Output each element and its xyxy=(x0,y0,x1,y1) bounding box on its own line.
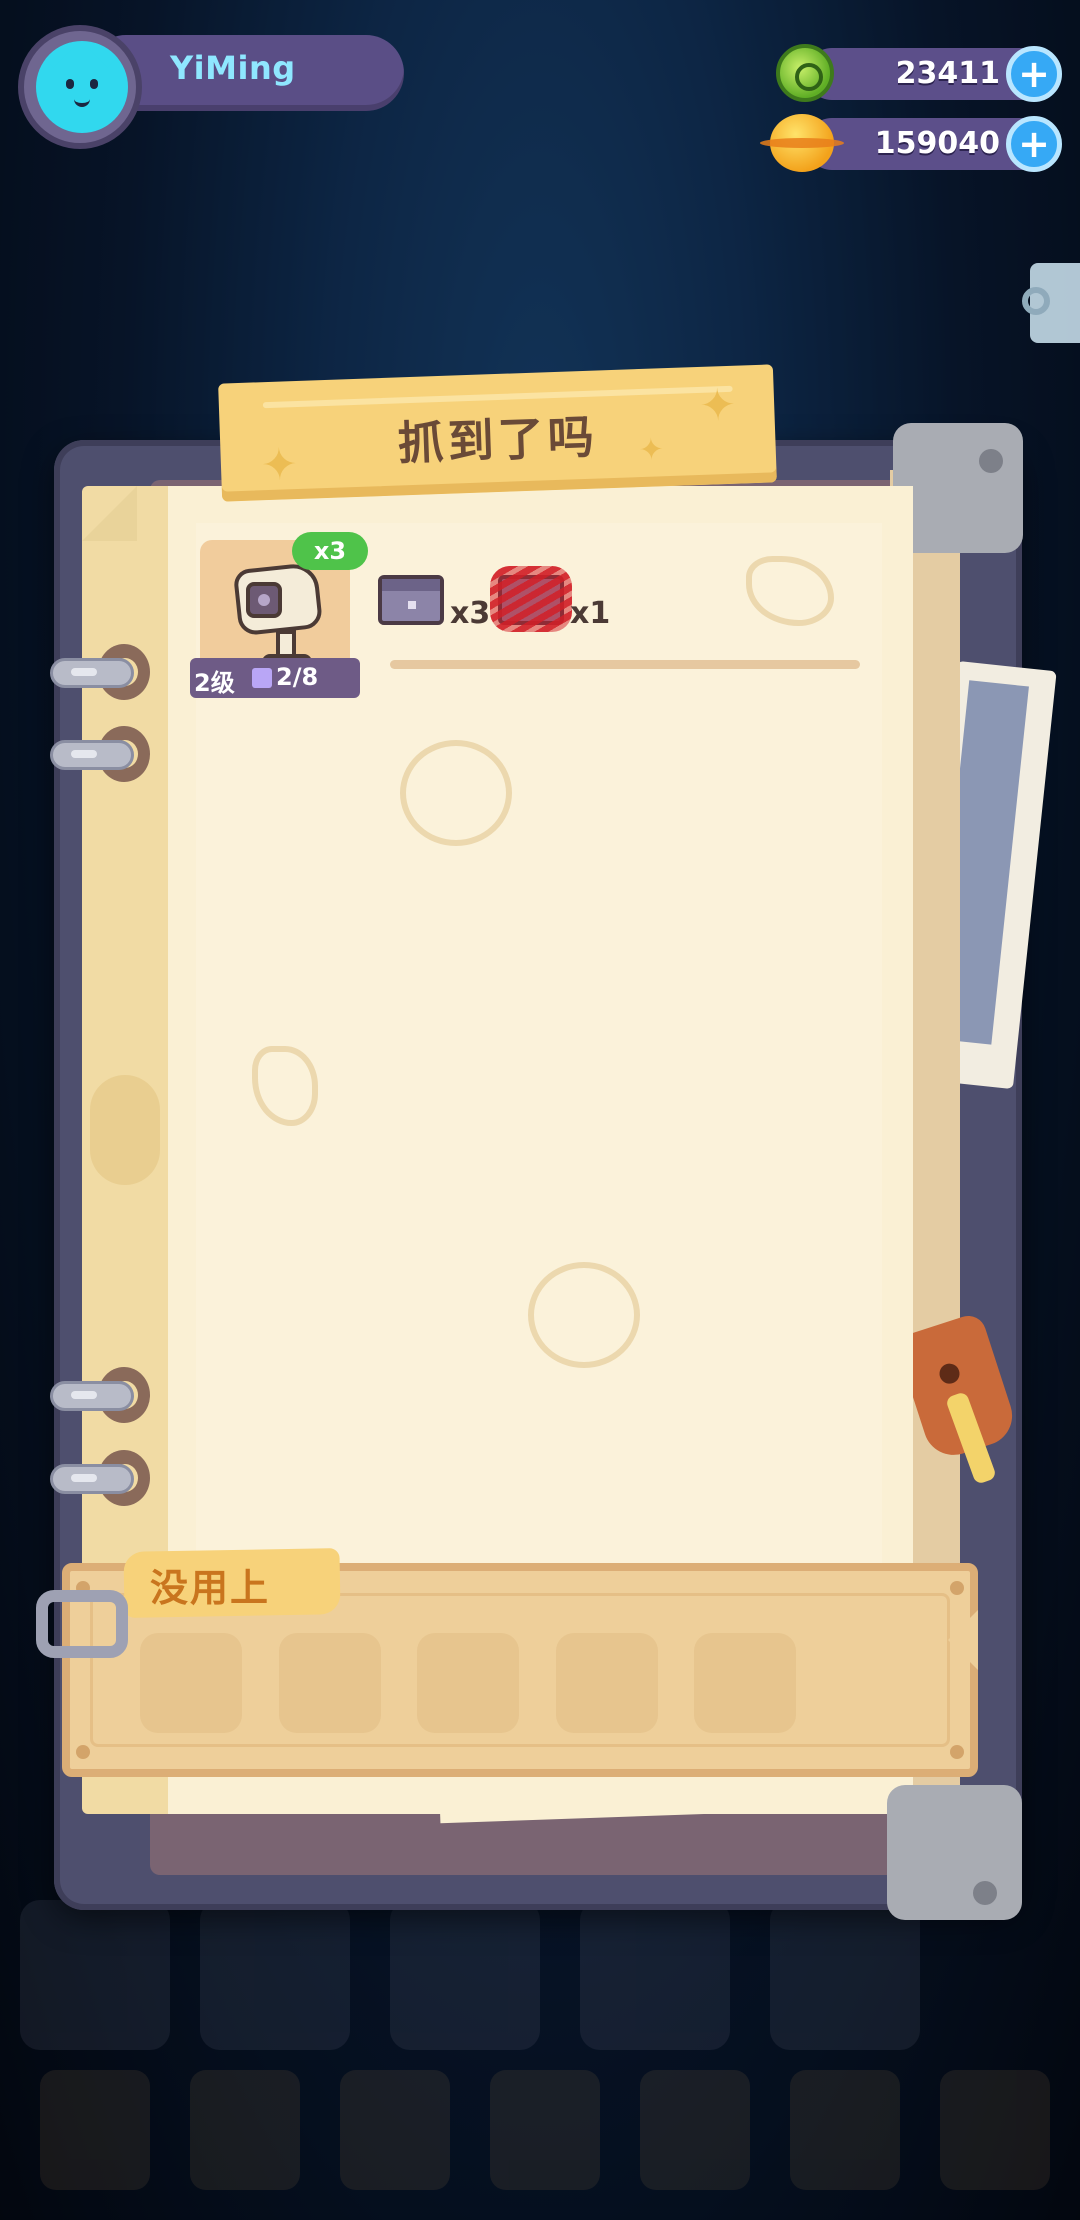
green-gem-icon xyxy=(776,44,834,102)
avatar[interactable] xyxy=(36,41,128,133)
avatar-mouth xyxy=(74,95,90,107)
unused-slot[interactable] xyxy=(694,1633,796,1733)
avatar-ear xyxy=(36,41,75,68)
panel-rivet xyxy=(950,1745,964,1759)
reward-quantity: x1 xyxy=(570,596,611,631)
gold-planet-icon xyxy=(760,114,844,172)
side-tab-icon[interactable] xyxy=(1022,263,1080,343)
currency-green: 23411 + xyxy=(766,40,1066,106)
unused-slot[interactable] xyxy=(140,1633,242,1733)
currency-amount: 159040 xyxy=(874,126,1000,161)
binder-ring xyxy=(50,726,150,782)
player-profile[interactable]: YiMing xyxy=(18,25,404,150)
purple-box-icon xyxy=(378,575,444,625)
paw-doodle-icon xyxy=(400,740,512,846)
stain-decoration xyxy=(90,1075,160,1185)
currency-gold: 159040 + xyxy=(760,110,1066,176)
paper-clip-icon xyxy=(36,1590,128,1658)
corner-clip xyxy=(887,1785,1022,1920)
add-green-gem-button[interactable]: + xyxy=(1006,46,1062,102)
binder-ring xyxy=(50,644,150,700)
unused-label: 没用上 xyxy=(150,1566,271,1610)
avatar-eye xyxy=(90,79,98,89)
unused-slot[interactable] xyxy=(556,1633,658,1733)
title-ribbon: ✦ ✦ ✦ 抓到了吗 xyxy=(218,364,777,502)
item-progress: 2/8 xyxy=(276,663,319,691)
divider xyxy=(390,660,860,669)
binder-ring xyxy=(50,1367,150,1423)
player-name: YiMing xyxy=(170,49,296,87)
panel-rivet xyxy=(76,1745,90,1759)
item-level: 2级 xyxy=(194,669,235,697)
reward-quantity: x3 xyxy=(450,596,491,631)
panel-rivet xyxy=(950,1581,964,1595)
progress-square-icon xyxy=(252,668,272,688)
page-fold xyxy=(82,486,137,541)
camera-lens xyxy=(246,582,282,618)
panel-notch xyxy=(948,1610,978,1670)
add-gold-planet-button[interactable]: + xyxy=(1006,116,1062,172)
currency-amount: 23411 xyxy=(895,56,1000,91)
dialog-title: 抓到了吗 xyxy=(396,409,599,471)
unused-slot[interactable] xyxy=(279,1633,381,1733)
item-level-bar: 2级 2/8 xyxy=(190,658,360,698)
item-count-badge: x3 xyxy=(292,532,368,570)
scribble-overlay xyxy=(490,566,572,632)
paw-doodle-icon xyxy=(528,1262,640,1368)
avatar-eye xyxy=(66,79,74,89)
unused-slot[interactable] xyxy=(417,1633,519,1733)
binder-ring xyxy=(50,1450,150,1506)
